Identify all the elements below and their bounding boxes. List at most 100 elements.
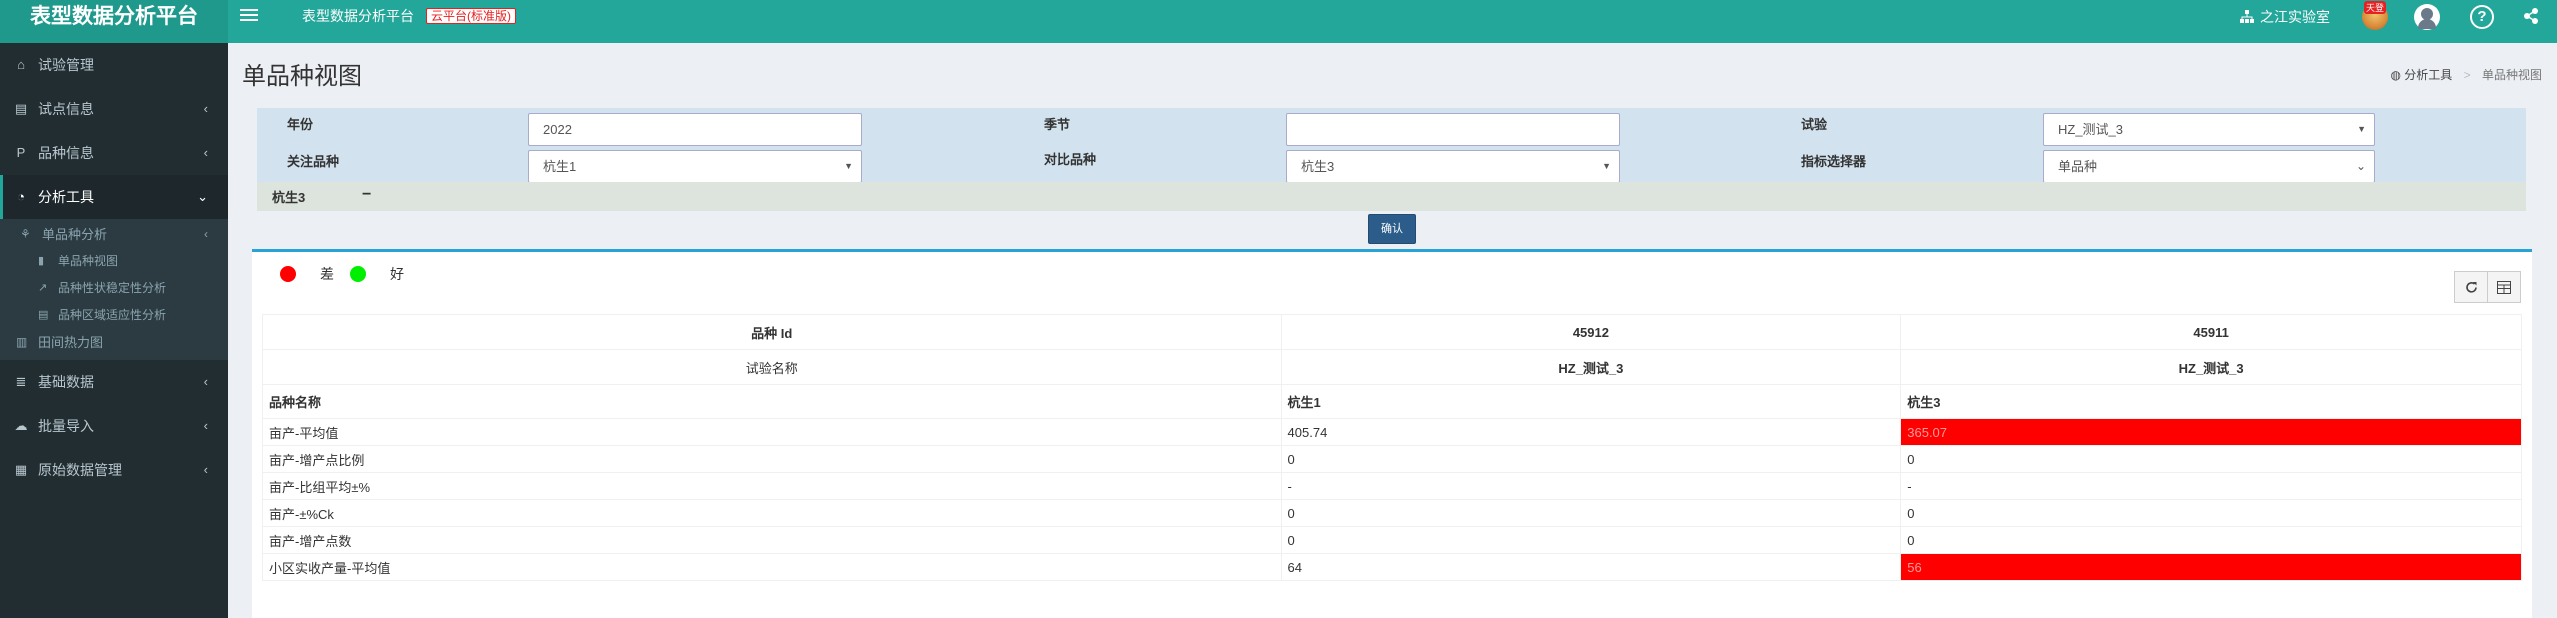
bad-color-dot [280,266,296,282]
metric-value-cell: 0 [1280,526,1902,554]
sidebar-item-label: 分析工具 [38,189,94,205]
metric-value-cell: 405.74 [1280,418,1902,446]
sidebar-item-adaptability-analysis[interactable]: ▤ 品种区域适应性分析 [0,302,228,329]
sidebar-item-single-variety-view[interactable]: ▮ 单品种视图 [0,248,228,275]
table-row: 亩产-比组平均±% - - [262,472,2522,500]
compare-variety-label: 对比品种 [1044,152,1097,167]
sidebar-item-base-data[interactable]: ≣ 基础数据 ‹ [0,360,228,404]
sidebar-item-single-variety-analysis[interactable]: ⚘ 单品种分析 ‹ [0,221,228,248]
metric-value-cell: - [1900,472,2522,500]
metric-value-cell: 365.07 [1900,418,2522,446]
selected-variety-bar: 杭生3 − [257,182,2526,211]
chevron-left-icon: ‹ [203,462,208,477]
sidebar-item-raw-data-management[interactable]: ▦ 原始数据管理 ‹ [0,448,228,492]
sidebar-item-trial-management[interactable]: ⌂ 试验管理 [0,43,228,87]
trial-name-cell: HZ_测试_3 [1900,349,2522,385]
help-icon[interactable]: ? [2470,5,2494,29]
table-row: 亩产-增产点数 0 0 [262,526,2522,554]
line-chart-icon: ↗ [38,282,48,294]
table-toolbar [2454,271,2521,303]
metric-label-cell: 亩产-比组平均±% [262,472,1282,500]
breadcrumb-separator: > [2463,68,2471,82]
metric-selector[interactable]: 单品种 ⌄ [2043,150,2375,183]
sidebar-item-site-info[interactable]: ▤ 试点信息 ‹ [0,87,228,131]
sidebar-item-stability-analysis[interactable]: ↗ 品种性状稳定性分析 [0,275,228,302]
variety-name-header: 品种名称 [262,384,1282,419]
app-logo[interactable]: 表型数据分析平台 [0,0,228,43]
sidebar-item-variety-info[interactable]: P 品种信息 ‹ [0,131,228,175]
variety-name-cell: 杭生1 [1280,384,1902,419]
focus-variety-select[interactable]: 杭生1 ▼ [528,150,862,183]
product-icon: P [16,145,26,160]
analysis-submenu: ⚘ 单品种分析 ‹ ▮ 单品种视图 ↗ 品种性状稳定性分析 ▤ 品种区域适应性分… [0,219,228,360]
dropdown-arrow-icon: ▼ [2357,124,2366,134]
chevron-left-icon: ‹ [203,374,208,389]
table-row: 亩产-平均值 405.74 365.07 [262,418,2522,446]
metric-value-cell: 64 [1280,553,1902,581]
refresh-button[interactable] [2454,271,2488,303]
metric-label-cell: 亩产-增产点比例 [262,445,1282,473]
bar-chart-icon: ▥ [16,335,28,349]
lab-name: 之江实验室 [2260,8,2330,25]
top-navbar: 表型数据分析平台 表型数据分析平台 云平台(标准版) 之江实验室 天登 ? [0,0,2557,43]
metric-value-cell: 0 [1900,526,2522,554]
year-input[interactable]: 2022 [528,113,862,146]
metric-label-cell: 亩产-增产点数 [262,526,1282,554]
dropdown-arrow-icon: ▼ [844,161,853,171]
table-row: 品种 Id 45912 45911 [262,314,2522,350]
metric-label-cell: 亩产-±%Ck [262,499,1282,527]
home-icon: ⌂ [17,57,25,72]
variety-id-cell: 45912 [1280,314,1902,350]
collapse-icon[interactable]: − [362,186,371,204]
columns-button[interactable] [2487,271,2521,303]
sidebar-item-label: 原始数据管理 [38,462,122,478]
bad-legend-label: 差 [320,266,334,282]
table-row: 品种名称 杭生1 杭生3 [262,384,2522,419]
settings-share-icon[interactable] [2523,8,2539,27]
trial-name-cell: HZ_测试_3 [1280,349,1902,385]
platform-title: 表型数据分析平台 [302,8,414,24]
metric-value-cell: - [1280,472,1902,500]
compare-variety-select[interactable]: 杭生3 ▼ [1286,150,1620,183]
cloud-upload-icon: ☁ [14,418,28,433]
metric-label-cell: 亩产-平均值 [262,418,1282,446]
focus-variety-value: 杭生1 [543,159,577,174]
map-icon: ▤ [38,309,49,321]
submenu-label: 单品种视图 [58,254,119,268]
table-row: 亩产-增产点比例 0 0 [262,445,2522,473]
good-legend-label: 好 [390,266,404,282]
table-row: 小区实收产量-平均值 64 56 [262,553,2522,581]
map-icon: ▤ [14,101,28,116]
variety-id-header: 品种 Id [262,314,1282,350]
trial-select[interactable]: HZ_测试_3 ▼ [2043,113,2375,146]
trial-select-value: HZ_测试_3 [2058,122,2124,137]
comparison-table: 品种 Id 45912 45911 试验名称 HZ_测试_3 HZ_测试_3 品… [262,314,2522,581]
confirm-button[interactable]: 确认 [1368,214,1416,244]
variety-id-cell: 45911 [1900,314,2522,350]
sidebar-item-label: 试验管理 [38,57,94,73]
lab-menu[interactable]: 之江实验室 [2240,0,2330,33]
menu-toggle-icon[interactable] [240,6,258,24]
compare-variety-value: 杭生3 [1301,159,1335,174]
sidebar-item-field-heatmap[interactable]: ▥ 田间热力图 [0,329,228,356]
submenu-label: 品种性状稳定性分析 [58,281,167,295]
submenu-label: 田间热力图 [38,335,104,350]
user-avatar[interactable]: 天登 [2362,1,2388,30]
refresh-icon [2465,281,2477,293]
variety-name-cell: 杭生3 [1900,384,2522,419]
season-label: 季节 [1044,117,1071,132]
sidebar-item-analysis-tools[interactable]: ◔ 分析工具 ⌄ [0,175,228,219]
page-title: 单品种视图 [242,63,362,90]
focus-variety-label: 关注品种 [287,154,340,169]
sidebar-item-label: 基础数据 [38,374,94,390]
profile-icon[interactable] [2414,4,2440,30]
sidebar-item-batch-import[interactable]: ☁ 批量导入 ‹ [0,404,228,448]
metric-value-cell: 0 [1900,499,2522,527]
chevron-left-icon: ‹ [203,145,208,160]
metric-label-cell: 小区实收产量-平均值 [262,553,1282,581]
submenu-label: 品种区域适应性分析 [58,308,167,322]
breadcrumb-link[interactable]: 分析工具 [2404,68,2452,82]
season-input[interactable] [1286,113,1620,146]
color-legend: 差 好 [280,264,404,284]
edition-badge: 云平台(标准版) [426,8,516,24]
